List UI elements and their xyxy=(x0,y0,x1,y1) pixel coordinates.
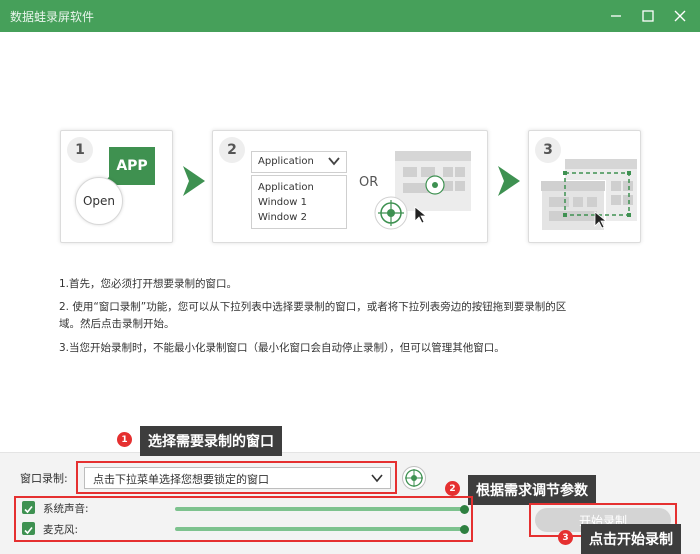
target-drag-icon xyxy=(374,196,408,230)
app-illustration: APP xyxy=(101,147,155,185)
illustration-dropdown-header: Application xyxy=(251,151,347,173)
instruction-line-1: 1.首先，您必须打开想要录制的窗口。 xyxy=(59,278,238,290)
window-target-drag-button[interactable] xyxy=(402,466,426,490)
mouse-cursor-icon xyxy=(594,211,608,229)
illustration-dropdown-list: Application Window 1 Window 2 xyxy=(251,175,347,229)
instruction-line-2b: 域。然后点击录制开始。 xyxy=(59,318,175,330)
close-icon xyxy=(674,10,686,22)
selected-window-illustration-icon xyxy=(541,159,637,232)
step-2-number: 2 xyxy=(219,137,245,163)
chevron-down-icon xyxy=(328,157,340,166)
annotation-3-callout: 点击开始录制 xyxy=(581,524,681,554)
annotation-2-callout: 根据需求调节参数 xyxy=(468,475,596,505)
illustration-dropdown-item: Window 1 xyxy=(258,197,307,208)
annotation-2-number: 2 xyxy=(445,481,460,496)
instruction-line-2a: 2. 使用“窗口录制”功能，您可以从下拉列表中选择要录制的窗口，或者将下拉列表旁… xyxy=(59,301,567,313)
maximize-icon xyxy=(642,10,654,22)
maximize-button[interactable] xyxy=(632,0,664,32)
step-arrow-icon xyxy=(183,166,205,196)
illustration-dropdown-item: Application xyxy=(258,182,314,193)
illustration-dropdown-item: Window 2 xyxy=(258,212,307,223)
window-title: 数据蛙录屏软件 xyxy=(10,10,95,24)
or-label: OR xyxy=(359,175,379,190)
minimize-icon xyxy=(611,15,621,17)
target-on-window-icon xyxy=(425,175,445,195)
step-arrow-icon xyxy=(498,166,520,196)
step-2-card: 2 Application Application Window 1 Windo… xyxy=(212,130,488,243)
annotation-1-callout: 选择需要录制的窗口 xyxy=(140,426,282,456)
annotation-1-number: 1 xyxy=(117,432,132,447)
annotation-1-highlight xyxy=(76,461,397,494)
illustration-dropdown-label: Application xyxy=(258,156,314,167)
annotation-3-number: 3 xyxy=(558,530,573,545)
title-bar: 数据蛙录屏软件 xyxy=(0,0,700,32)
annotation-2-highlight xyxy=(14,496,473,542)
open-illustration: Open xyxy=(75,177,123,225)
step-1-card: 1 APP Open xyxy=(60,130,173,243)
instruction-line-3: 3.当您开始录制时，不能最小化录制窗口（最小化窗口会自动停止录制），但可以管理其… xyxy=(59,342,505,354)
close-button[interactable] xyxy=(664,0,696,32)
step-1-number: 1 xyxy=(67,137,93,163)
mouse-cursor-icon xyxy=(414,206,428,224)
step-3-card: 3 xyxy=(528,130,641,243)
window-record-label: 窗口录制: xyxy=(20,472,68,485)
target-icon xyxy=(405,469,423,487)
minimize-button[interactable] xyxy=(600,0,632,32)
